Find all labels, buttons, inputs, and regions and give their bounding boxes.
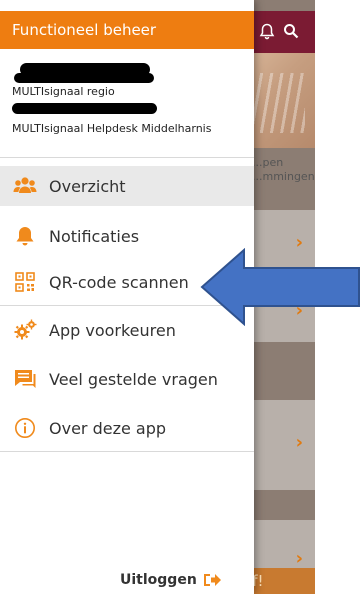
menu-item-label: Veel gestelde vragen: [49, 369, 218, 389]
info-icon: [13, 416, 37, 440]
partial-label: ...pen ...mmingen: [252, 156, 315, 183]
organisation-name: MULTIsignaal regio: [12, 85, 115, 98]
drawer-title: Functioneel beheer: [0, 11, 254, 49]
logout-label: Uitloggen: [120, 572, 197, 588]
menu-item-label: App voorkeuren: [49, 320, 176, 340]
redacted-username: [14, 73, 154, 83]
divider: [0, 157, 254, 158]
chat-icon: [13, 367, 37, 391]
annotation-arrow: [200, 248, 360, 326]
menu-item-label: Over deze app: [49, 418, 167, 438]
menu-item-label: Notificaties: [49, 226, 140, 246]
menu-item-label: Overzicht: [49, 176, 126, 196]
menu-item-veel-gestelde-vragen[interactable]: Veel gestelde vragen: [0, 359, 254, 399]
chevron-right-icon: ›: [295, 432, 303, 453]
divider: [0, 451, 254, 452]
search-icon[interactable]: [280, 20, 302, 42]
menu-item-overzicht[interactable]: Overzicht: [0, 166, 254, 206]
logout-button[interactable]: Uitloggen: [120, 572, 221, 588]
logout-icon: [203, 572, 221, 588]
bell-outline-icon[interactable]: [256, 20, 278, 42]
menu-item-label: QR-code scannen: [49, 272, 189, 292]
location-name: MULTIsignaal Helpdesk Middelharnis: [12, 122, 212, 135]
qr-code-icon: [13, 270, 37, 294]
redacted-line: [12, 103, 157, 114]
chevron-right-icon: ›: [295, 548, 303, 569]
gears-icon: [13, 318, 37, 342]
menu-item-over-deze-app[interactable]: Over deze app: [0, 408, 254, 448]
bell-icon: [13, 224, 37, 248]
people-icon: [13, 174, 37, 198]
